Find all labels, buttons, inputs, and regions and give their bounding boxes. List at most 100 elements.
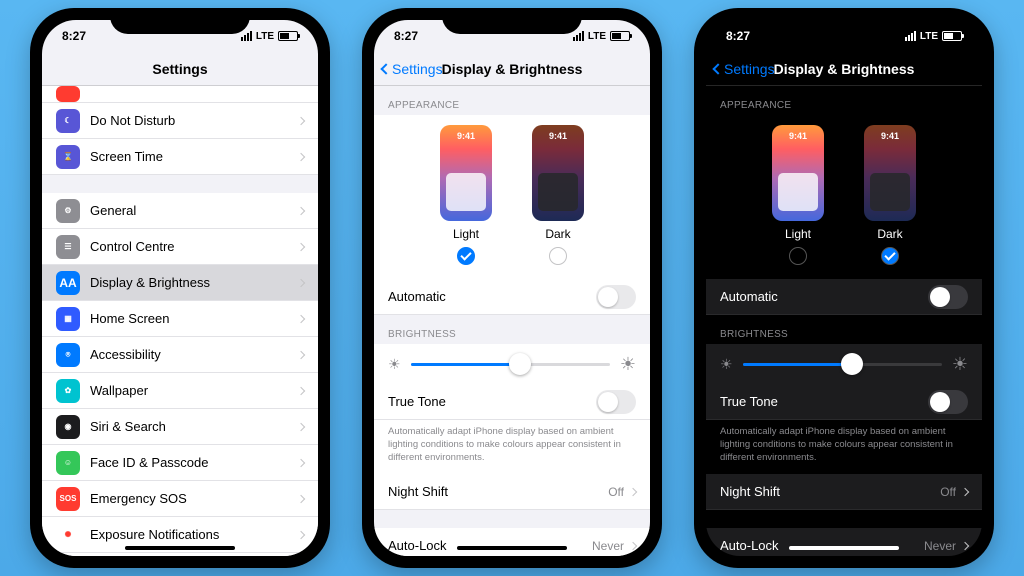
settings-row-home-screen[interactable]: ▦Home Screen bbox=[42, 301, 318, 337]
true-tone-label: True Tone bbox=[388, 394, 596, 409]
sun-large-icon: ☀ bbox=[620, 355, 636, 373]
brightness-slider[interactable] bbox=[411, 363, 610, 366]
row-label: Emergency SOS bbox=[90, 491, 298, 506]
true-tone-row[interactable]: True Tone bbox=[374, 384, 650, 420]
moon-icon: ☾ bbox=[56, 109, 80, 133]
status-lte: LTE bbox=[256, 31, 274, 42]
true-tone-footnote: Automatically adapt iPhone display based… bbox=[374, 420, 650, 474]
row-label: Home Screen bbox=[90, 311, 298, 326]
chevron-right-icon bbox=[297, 278, 305, 286]
light-label: Light bbox=[453, 227, 479, 241]
chevron-right-icon bbox=[297, 386, 305, 394]
auto-lock-row[interactable]: Auto-Lock Never bbox=[706, 528, 982, 556]
home-indicator[interactable] bbox=[457, 546, 567, 550]
light-preview-icon: 9:41 bbox=[772, 125, 824, 221]
switches-icon: ☰ bbox=[56, 235, 80, 259]
back-button[interactable]: Settings bbox=[714, 61, 775, 77]
siri-icon: ◉ bbox=[56, 415, 80, 439]
auto-lock-row[interactable]: Auto-Lock Never bbox=[374, 528, 650, 556]
dark-radio[interactable] bbox=[549, 247, 567, 265]
back-button[interactable]: Settings bbox=[382, 61, 443, 77]
gear-icon: ⚙ bbox=[56, 199, 80, 223]
true-tone-row[interactable]: True Tone bbox=[706, 384, 982, 420]
settings-row-do-not-disturb[interactable]: ☾ Do Not Disturb bbox=[42, 103, 318, 139]
appearance-picker: 9:41 Light 9:41 Dark bbox=[706, 115, 982, 279]
appearance-light[interactable]: 9:41 Light bbox=[440, 125, 492, 265]
chevron-right-icon bbox=[297, 242, 305, 250]
settings-row-siri-search[interactable]: ◉Siri & Search bbox=[42, 409, 318, 445]
status-bar: 8:27 LTE bbox=[706, 20, 982, 52]
settings-row-face-id-passcode[interactable]: ☺Face ID & Passcode bbox=[42, 445, 318, 481]
night-shift-label: Night Shift bbox=[720, 484, 940, 499]
settings-list[interactable]: ☾ Do Not Disturb ⌛ Screen Time ⚙ General ☰ Cont… bbox=[42, 86, 318, 556]
settings-row-control-centre[interactable]: ☰ Control Centre bbox=[42, 229, 318, 265]
SOS-icon: SOS bbox=[56, 487, 80, 511]
chevron-right-icon bbox=[961, 488, 969, 496]
battery-icon bbox=[610, 31, 630, 41]
sun-large-icon: ☀ bbox=[952, 355, 968, 373]
nav-bar: Settings Display & Brightness bbox=[374, 52, 650, 86]
status-right: LTE bbox=[241, 31, 298, 42]
chevron-right-icon bbox=[297, 116, 305, 124]
battery-icon bbox=[942, 31, 962, 41]
settings-row-general[interactable]: ⚙ General bbox=[42, 193, 318, 229]
automatic-row[interactable]: Automatic bbox=[374, 279, 650, 315]
appearance-dark[interactable]: 9:41 Dark bbox=[864, 125, 916, 265]
chevron-left-icon bbox=[712, 63, 723, 74]
brightness-slider[interactable] bbox=[743, 363, 942, 366]
true-tone-toggle[interactable] bbox=[928, 390, 968, 414]
chevron-right-icon bbox=[297, 530, 305, 538]
appearance-light[interactable]: 9:41 Light bbox=[772, 125, 824, 265]
hourglass-icon: ⌛ bbox=[56, 145, 80, 169]
automatic-label: Automatic bbox=[388, 289, 596, 304]
settings-row-display-brightness[interactable]: AADisplay & Brightness bbox=[42, 265, 318, 301]
row-label: General bbox=[90, 203, 298, 218]
status-bar: 8:27 LTE bbox=[42, 20, 318, 52]
auto-lock-value: Never bbox=[592, 539, 624, 553]
phone-settings: 8:27 LTE Settings ☾ Do Not Disturb ⌛ Screen… bbox=[30, 8, 330, 568]
brightness-slider-row: ☀ ☀ bbox=[374, 344, 650, 384]
status-right: LTE bbox=[905, 31, 962, 42]
phone-display-light: 8:27 LTE Settings Display & Brightness A… bbox=[362, 8, 662, 568]
light-radio[interactable] bbox=[457, 247, 475, 265]
row-label: Wallpaper bbox=[90, 383, 298, 398]
home-indicator[interactable] bbox=[789, 546, 899, 550]
true-tone-toggle[interactable] bbox=[596, 390, 636, 414]
automatic-toggle[interactable] bbox=[928, 285, 968, 309]
chevron-right-icon bbox=[297, 458, 305, 466]
row-label: Screen Time bbox=[90, 149, 298, 164]
true-tone-label: True Tone bbox=[720, 394, 928, 409]
settings-row-wallpaper[interactable]: ✿ Wallpaper bbox=[42, 373, 318, 409]
light-radio[interactable] bbox=[789, 247, 807, 265]
dark-preview-icon: 9:41 bbox=[864, 125, 916, 221]
appearance-dark[interactable]: 9:41 Dark bbox=[532, 125, 584, 265]
dark-label: Dark bbox=[877, 227, 902, 241]
nav-bar: Settings bbox=[42, 52, 318, 86]
night-shift-label: Night Shift bbox=[388, 484, 608, 499]
status-time: 8:27 bbox=[62, 29, 86, 43]
section-appearance: APPEARANCE bbox=[374, 86, 650, 115]
brightness-slider-row: ☀ ☀ bbox=[706, 344, 982, 384]
chevron-left-icon bbox=[380, 63, 391, 74]
settings-row-emergency-sos[interactable]: SOS Emergency SOS bbox=[42, 481, 318, 517]
row-label: Accessibility bbox=[90, 347, 298, 362]
night-shift-row[interactable]: Night Shift Off bbox=[706, 474, 982, 510]
dark-label: Dark bbox=[545, 227, 570, 241]
automatic-toggle[interactable] bbox=[596, 285, 636, 309]
settings-row-accessibility[interactable]: ⌾Accessibility bbox=[42, 337, 318, 373]
night-shift-row[interactable]: Night Shift Off bbox=[374, 474, 650, 510]
phone-display-dark: 8:27 LTE Settings Display & Brightness A… bbox=[694, 8, 994, 568]
dark-radio[interactable] bbox=[881, 247, 899, 265]
flower-icon: ✿ bbox=[56, 379, 80, 403]
row-label: Do Not Disturb bbox=[90, 113, 298, 128]
settings-row-battery[interactable]: ▮Battery bbox=[42, 553, 318, 556]
row-label: Control Centre bbox=[90, 239, 298, 254]
status-lte: LTE bbox=[588, 31, 606, 42]
virus-icon: ✺ bbox=[56, 523, 80, 547]
settings-row-screen-time[interactable]: ⌛ Screen Time bbox=[42, 139, 318, 175]
home-indicator[interactable] bbox=[125, 546, 235, 550]
appearance-picker: 9:41 Light 9:41 Dark bbox=[374, 115, 650, 279]
signal-icon bbox=[573, 31, 584, 41]
back-label: Settings bbox=[392, 61, 443, 77]
automatic-row[interactable]: Automatic bbox=[706, 279, 982, 315]
